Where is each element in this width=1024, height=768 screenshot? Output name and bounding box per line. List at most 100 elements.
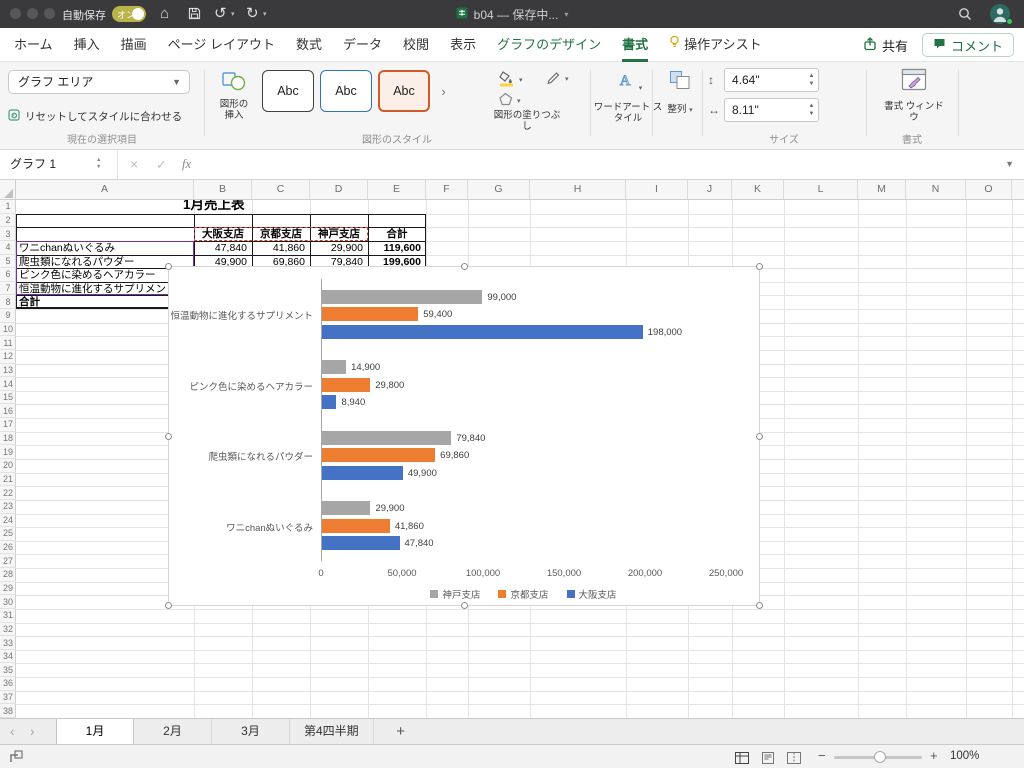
tab-ホーム[interactable]: ホーム (14, 28, 53, 62)
chart-handle-n[interactable] (461, 263, 468, 270)
insert-shapes-button[interactable]: 図形の挿入 (208, 70, 260, 121)
bar-神戸支店[interactable] (322, 289, 483, 304)
row-header-36[interactable]: 36 (0, 677, 16, 691)
row-header-30[interactable]: 30 (0, 595, 16, 609)
home-icon[interactable]: ⌂ (160, 4, 169, 24)
column-header-B[interactable]: B (194, 180, 252, 199)
tab-操作アシスト[interactable]: 操作アシスト (669, 28, 762, 62)
shape-fill-button[interactable]: ▾ (498, 70, 523, 90)
column-header-N[interactable]: N (906, 180, 966, 199)
enter-icon[interactable]: ✓ (156, 150, 167, 179)
column-header-L[interactable]: L (784, 180, 858, 199)
row-header-3[interactable]: 3 (0, 227, 16, 241)
zoom-level[interactable]: 100% (950, 750, 979, 762)
zoom-slider-knob[interactable] (874, 751, 886, 763)
share-button[interactable]: 共有 (863, 36, 908, 55)
sheet-tab-第4四半期[interactable]: 第4四半期 (290, 719, 374, 744)
tab-描画[interactable]: 描画 (121, 28, 147, 62)
cell-row-label[interactable]: 恒温動物に進化するサプリメント (19, 283, 193, 296)
row-header-31[interactable]: 31 (0, 609, 16, 623)
row-header-5[interactable]: 5 (0, 255, 16, 269)
row-header-25[interactable]: 25 (0, 527, 16, 541)
add-sheet-button[interactable]: + (390, 719, 412, 744)
style-gallery-more-icon[interactable]: › (436, 70, 451, 112)
sheet-nav-prev-icon[interactable]: ‹ (10, 719, 15, 744)
column-header-G[interactable]: G (468, 180, 530, 199)
search-icon[interactable] (958, 7, 972, 26)
normal-view-icon[interactable] (735, 751, 749, 768)
row-header-15[interactable]: 15 (0, 391, 16, 405)
row-header-8[interactable]: 8 (0, 295, 16, 310)
bar-大阪支店[interactable] (322, 395, 337, 410)
zoom-in-icon[interactable]: + (930, 748, 938, 763)
row-header-28[interactable]: 28 (0, 568, 16, 582)
column-header-E[interactable]: E (368, 180, 426, 199)
column-header-D[interactable]: D (310, 180, 368, 199)
row-header-27[interactable]: 27 (0, 554, 16, 569)
chart-handle-s[interactable] (461, 602, 468, 609)
row-header-19[interactable]: 19 (0, 445, 16, 459)
format-pane-button[interactable]: 書式 ウィンドウ (872, 68, 956, 123)
cancel-icon[interactable]: × (130, 150, 138, 179)
bar-神戸支店[interactable] (322, 501, 371, 516)
insert-function-icon[interactable]: fx (182, 150, 191, 179)
row-header-16[interactable]: 16 (0, 404, 16, 419)
column-header-M[interactable]: M (858, 180, 906, 199)
row-header-10[interactable]: 10 (0, 323, 16, 337)
column-header-C[interactable]: C (252, 180, 310, 199)
column-header-H[interactable]: H (530, 180, 626, 199)
chart-handle-se[interactable] (756, 602, 763, 609)
doc-title-caret-icon[interactable]: ▾ (564, 10, 568, 19)
cell-header-京都支店[interactable]: 京都支店 (252, 228, 310, 241)
row-header-6[interactable]: 6 (0, 268, 16, 282)
chart-handle-w[interactable] (165, 433, 172, 440)
zoom-out-icon[interactable]: − (818, 748, 826, 763)
arrange-button[interactable]: 整列 ▾ (660, 70, 700, 115)
column-header-K[interactable]: K (732, 180, 784, 199)
chart-element-dropdown[interactable]: グラフ エリア ▼ (8, 70, 190, 94)
row-header-17[interactable]: 17 (0, 418, 16, 432)
shape-style-1[interactable]: Abc (262, 70, 314, 112)
width-field[interactable]: 8.11" (724, 98, 806, 122)
cell-header-大阪支店[interactable]: 大阪支店 (194, 228, 252, 241)
cell-row-label[interactable]: 合計 (19, 296, 193, 309)
row-header-22[interactable]: 22 (0, 486, 16, 500)
sheet-tab-3月[interactable]: 3月 (212, 719, 290, 744)
name-box[interactable]: グラフ 1 ▲ ▼ (0, 150, 118, 179)
column-header-J[interactable]: J (688, 180, 732, 199)
row-header-35[interactable]: 35 (0, 663, 16, 678)
redo-icon[interactable]: ↻ (246, 4, 259, 24)
tab-校閲[interactable]: 校閲 (403, 28, 429, 62)
tab-表示[interactable]: 表示 (450, 28, 476, 62)
accessibility-corner-icon[interactable] (10, 750, 23, 768)
chart-handle-ne[interactable] (756, 263, 763, 270)
comment-button[interactable]: コメント (921, 33, 1014, 57)
row-header-11[interactable]: 11 (0, 336, 16, 350)
bar-神戸支店[interactable] (322, 360, 347, 375)
bar-大阪支店[interactable] (322, 465, 403, 480)
row-header-29[interactable]: 29 (0, 582, 16, 596)
shape-effects-button[interactable]: ▾ (498, 92, 521, 109)
row-header-38[interactable]: 38 (0, 704, 16, 718)
row-header-33[interactable]: 33 (0, 636, 16, 650)
shape-style-2[interactable]: Abc (320, 70, 372, 112)
cell-value[interactable]: 41,860 (252, 242, 305, 255)
cell-row-label[interactable]: ピンク色に染めるヘアカラー (19, 269, 193, 282)
sheet-nav-next-icon[interactable]: › (30, 719, 35, 744)
shape-style-3-selected[interactable]: Abc (378, 70, 430, 112)
zoom-button[interactable] (44, 8, 55, 19)
height-field[interactable]: 4.64" (724, 68, 806, 92)
row-header-9[interactable]: 9 (0, 309, 16, 323)
column-header-A[interactable]: A (16, 180, 194, 199)
row-header-34[interactable]: 34 (0, 650, 16, 664)
redo-caret-icon[interactable]: ▾ (263, 10, 267, 18)
row-header-13[interactable]: 13 (0, 364, 16, 378)
page-layout-view-icon[interactable] (761, 751, 775, 768)
name-box-stepper[interactable]: ▲ ▼ (96, 157, 101, 171)
bar-大阪支店[interactable] (322, 536, 400, 551)
column-header-O[interactable]: O (966, 180, 1012, 199)
column-header-I[interactable]: I (626, 180, 688, 199)
formula-bar-expand-icon[interactable]: ▼ (1005, 150, 1014, 179)
sheet-tab-2月[interactable]: 2月 (134, 719, 212, 744)
row-header-37[interactable]: 37 (0, 691, 16, 705)
